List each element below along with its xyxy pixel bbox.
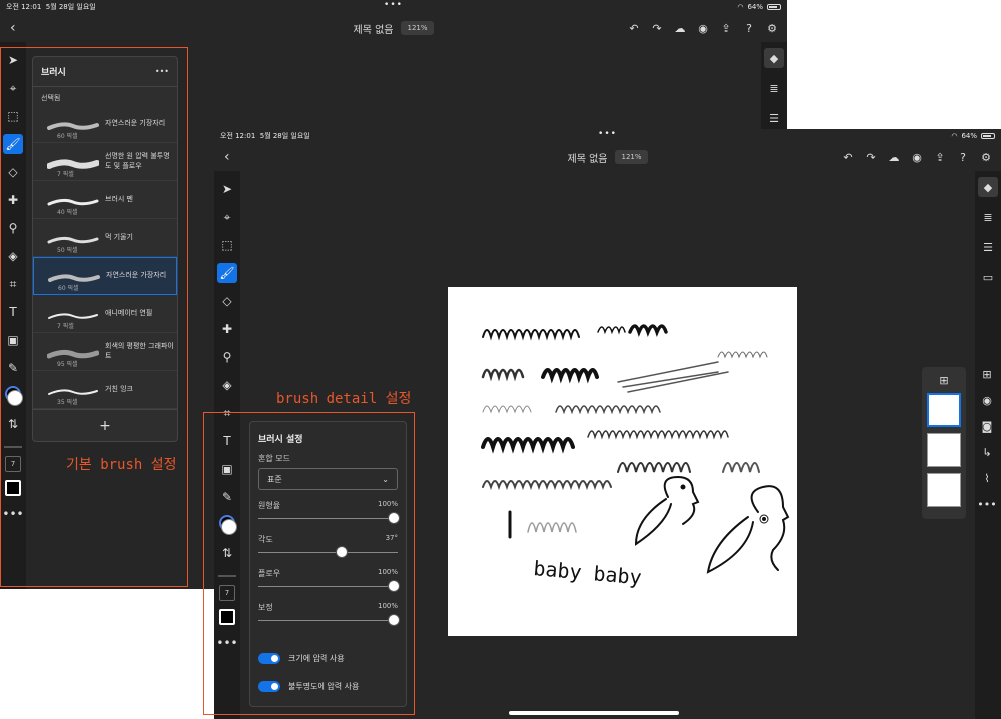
layers-icon[interactable]: ◆: [978, 177, 998, 197]
layer-thumb-2[interactable]: [927, 433, 961, 467]
document-title[interactable]: 제목 없음: [568, 150, 608, 165]
drawing-canvas[interactable]: baby baby: [448, 287, 797, 636]
gear-icon[interactable]: ⚙: [979, 150, 993, 164]
blend-icon[interactable]: ⌇: [980, 471, 994, 485]
status-time: 오전 12:01: [6, 3, 42, 11]
annotation-label-basic: 기본 brush 설정: [66, 457, 177, 473]
wifi-icon: ◠: [737, 3, 744, 11]
canvas-handwritten-text: baby baby: [533, 556, 643, 589]
zoom-level[interactable]: 121%: [615, 150, 648, 164]
back-chevron-icon[interactable]: ‹: [224, 149, 230, 165]
share-icon[interactable]: ⇪: [719, 21, 733, 35]
adjustments-icon[interactable]: ☰: [764, 108, 784, 128]
layers-panel: ⊞: [922, 367, 966, 519]
multitask-dots[interactable]: •••: [384, 0, 403, 10]
clone-tool-icon[interactable]: ⚲: [217, 347, 237, 367]
layer-properties-icon[interactable]: ≣: [764, 78, 784, 98]
comments-icon[interactable]: ▭: [978, 267, 998, 287]
transform-tool-icon[interactable]: ⌖: [217, 207, 237, 227]
mask-icon[interactable]: ◙: [980, 419, 994, 433]
invite-icon[interactable]: ◉: [696, 21, 710, 35]
healing-tool-icon[interactable]: ✚: [217, 319, 237, 339]
wifi-icon: ◠: [951, 132, 958, 140]
fill-tool-icon[interactable]: ◈: [217, 375, 237, 395]
gear-icon[interactable]: ⚙: [765, 21, 779, 35]
status-date: 5월 28일 일요일: [45, 3, 96, 11]
select-tool-icon[interactable]: ➤: [217, 179, 237, 199]
adjustments-icon[interactable]: ☰: [978, 237, 998, 257]
annotation-label-detail: brush detail 설정: [276, 391, 412, 407]
battery-icon: [767, 4, 781, 10]
battery-percent: 64%: [961, 132, 977, 140]
status-bar: 오전 12:01 5월 28일 일요일 ••• ◠ 64%: [214, 129, 1001, 143]
canvas-drawing: baby baby: [481, 324, 790, 589]
cloud-icon[interactable]: ☁: [673, 21, 687, 35]
visibility-eye-icon[interactable]: ◉: [980, 393, 994, 407]
status-bar: 오전 12:01 5월 28일 일요일 ••• ◠ 64%: [0, 0, 787, 14]
layer-thumb-3[interactable]: [927, 473, 961, 507]
status-date: 5월 28일 일요일: [259, 132, 310, 140]
document-title[interactable]: 제목 없음: [354, 21, 394, 36]
home-indicator[interactable]: [509, 711, 679, 715]
top-bar: ‹ 제목 없음 121% ↶ ↷ ☁ ◉ ⇪ ? ⚙: [214, 143, 1001, 171]
invite-icon[interactable]: ◉: [910, 150, 924, 164]
share-icon[interactable]: ⇪: [933, 150, 947, 164]
brush-tool-icon[interactable]: 🖌: [217, 263, 237, 283]
top-bar: ‹ 제목 없음 121% ↶ ↷ ☁ ◉ ⇪ ? ⚙: [0, 14, 787, 42]
layers-icon[interactable]: ◆: [764, 48, 784, 68]
marquee-tool-icon[interactable]: ⬚: [217, 235, 237, 255]
eraser-tool-icon[interactable]: ◇: [217, 291, 237, 311]
zoom-level[interactable]: 121%: [401, 21, 434, 35]
undo-icon[interactable]: ↶: [841, 150, 855, 164]
layer-actions: ⊞ ◉ ◙ ↳ ⌇ •••: [977, 367, 996, 511]
undo-icon[interactable]: ↶: [627, 21, 641, 35]
battery-percent: 64%: [747, 3, 763, 11]
redo-icon[interactable]: ↷: [650, 21, 664, 35]
annotation-box-basic: [0, 47, 188, 587]
help-icon[interactable]: ?: [742, 21, 756, 35]
back-chevron-icon[interactable]: ‹: [10, 20, 16, 36]
cloud-icon[interactable]: ☁: [887, 150, 901, 164]
add-layer-icon[interactable]: ⊞: [937, 373, 951, 387]
status-time: 오전 12:01: [220, 132, 256, 140]
layer-thumb-1[interactable]: [927, 393, 961, 427]
annotation-box-detail: [203, 412, 415, 715]
clip-icon[interactable]: ↳: [980, 445, 994, 459]
redo-icon[interactable]: ↷: [864, 150, 878, 164]
multitask-dots[interactable]: •••: [598, 129, 617, 139]
layer-more-icon[interactable]: •••: [977, 497, 996, 511]
help-icon[interactable]: ?: [956, 150, 970, 164]
layer-properties-icon[interactable]: ≣: [978, 207, 998, 227]
add-layer-option-icon[interactable]: ⊞: [980, 367, 994, 381]
battery-icon: [981, 133, 995, 139]
